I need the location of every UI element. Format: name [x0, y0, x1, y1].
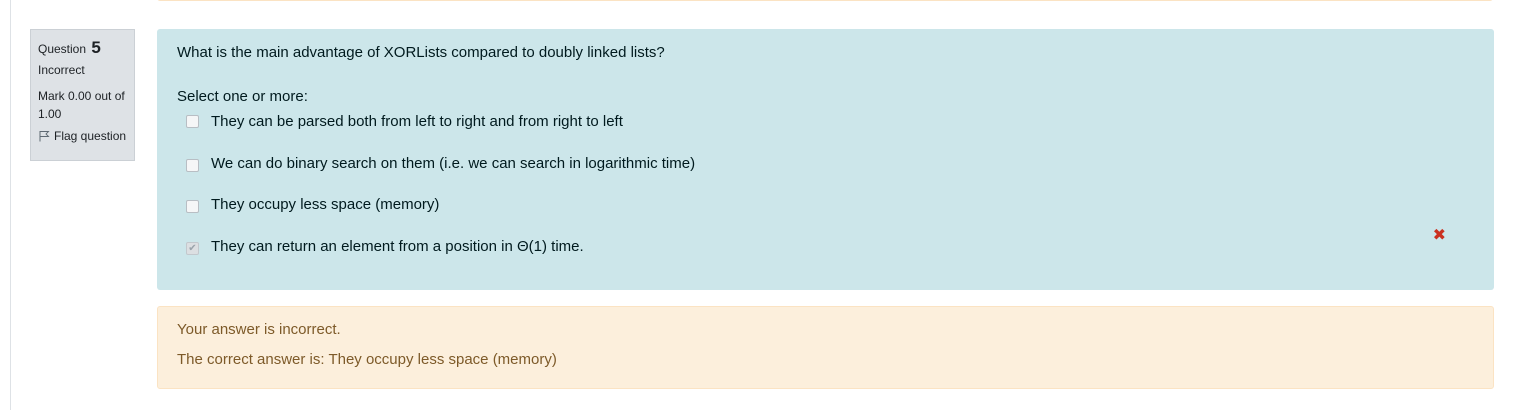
- feedback-result: Your answer is incorrect.: [177, 321, 341, 338]
- question-number: 5: [91, 38, 101, 57]
- flag-question-label: Flag question: [54, 129, 127, 143]
- question-label: Question: [38, 42, 87, 56]
- answer-feedback: Your answer is incorrect. The correct an…: [157, 306, 1494, 389]
- question-number-line: Question 5: [38, 38, 127, 59]
- question-content: What is the main advantage of XORLists c…: [157, 29, 1494, 290]
- answer-option-1[interactable]: They can be parsed both from left to rig…: [177, 110, 1474, 133]
- question-grade: Mark 0.00 out of 1.00: [38, 89, 125, 121]
- answer-label-2: We can do binary search on them (i.e. we…: [211, 154, 696, 172]
- page-left-border: [10, 0, 11, 410]
- incorrect-mark-icon: ✖: [1432, 226, 1446, 244]
- answer-label-1: They can be parsed both from left to rig…: [211, 113, 623, 130]
- feedback-right-answer: The correct answer is: They occupy less …: [177, 351, 557, 368]
- question-state: Incorrect: [38, 63, 85, 77]
- flag-icon: [38, 130, 50, 142]
- answer-checkbox-2[interactable]: [186, 158, 199, 172]
- answer-option-4[interactable]: ✔ They can return an element from a posi…: [177, 216, 1474, 258]
- quiz-review-page: Question 5 Incorrect Mark 0.00 out of 1.…: [0, 0, 1517, 410]
- answer-option-2[interactable]: We can do binary search on them (i.e. we…: [177, 133, 1474, 175]
- answer-checkbox-4[interactable]: ✔: [186, 241, 199, 255]
- answer-label-3: They occupy less space (memory): [211, 196, 440, 213]
- answer-checkbox-3[interactable]: [186, 200, 199, 213]
- question-text: What is the main advantage of XORLists c…: [177, 44, 665, 61]
- answer-list: They can be parsed both from left to rig…: [177, 110, 1474, 258]
- flag-question-link[interactable]: Flag question: [38, 129, 127, 143]
- answer-checkbox-1[interactable]: [186, 115, 199, 128]
- answer-prompt: Select one or more:: [177, 88, 308, 105]
- previous-question-feedback-edge: [157, 0, 1493, 1]
- answer-option-3[interactable]: They occupy less space (memory): [177, 175, 1474, 217]
- question-info-box: Question 5 Incorrect Mark 0.00 out of 1.…: [30, 29, 135, 161]
- answer-label-4: They can return an element from a positi…: [211, 237, 584, 255]
